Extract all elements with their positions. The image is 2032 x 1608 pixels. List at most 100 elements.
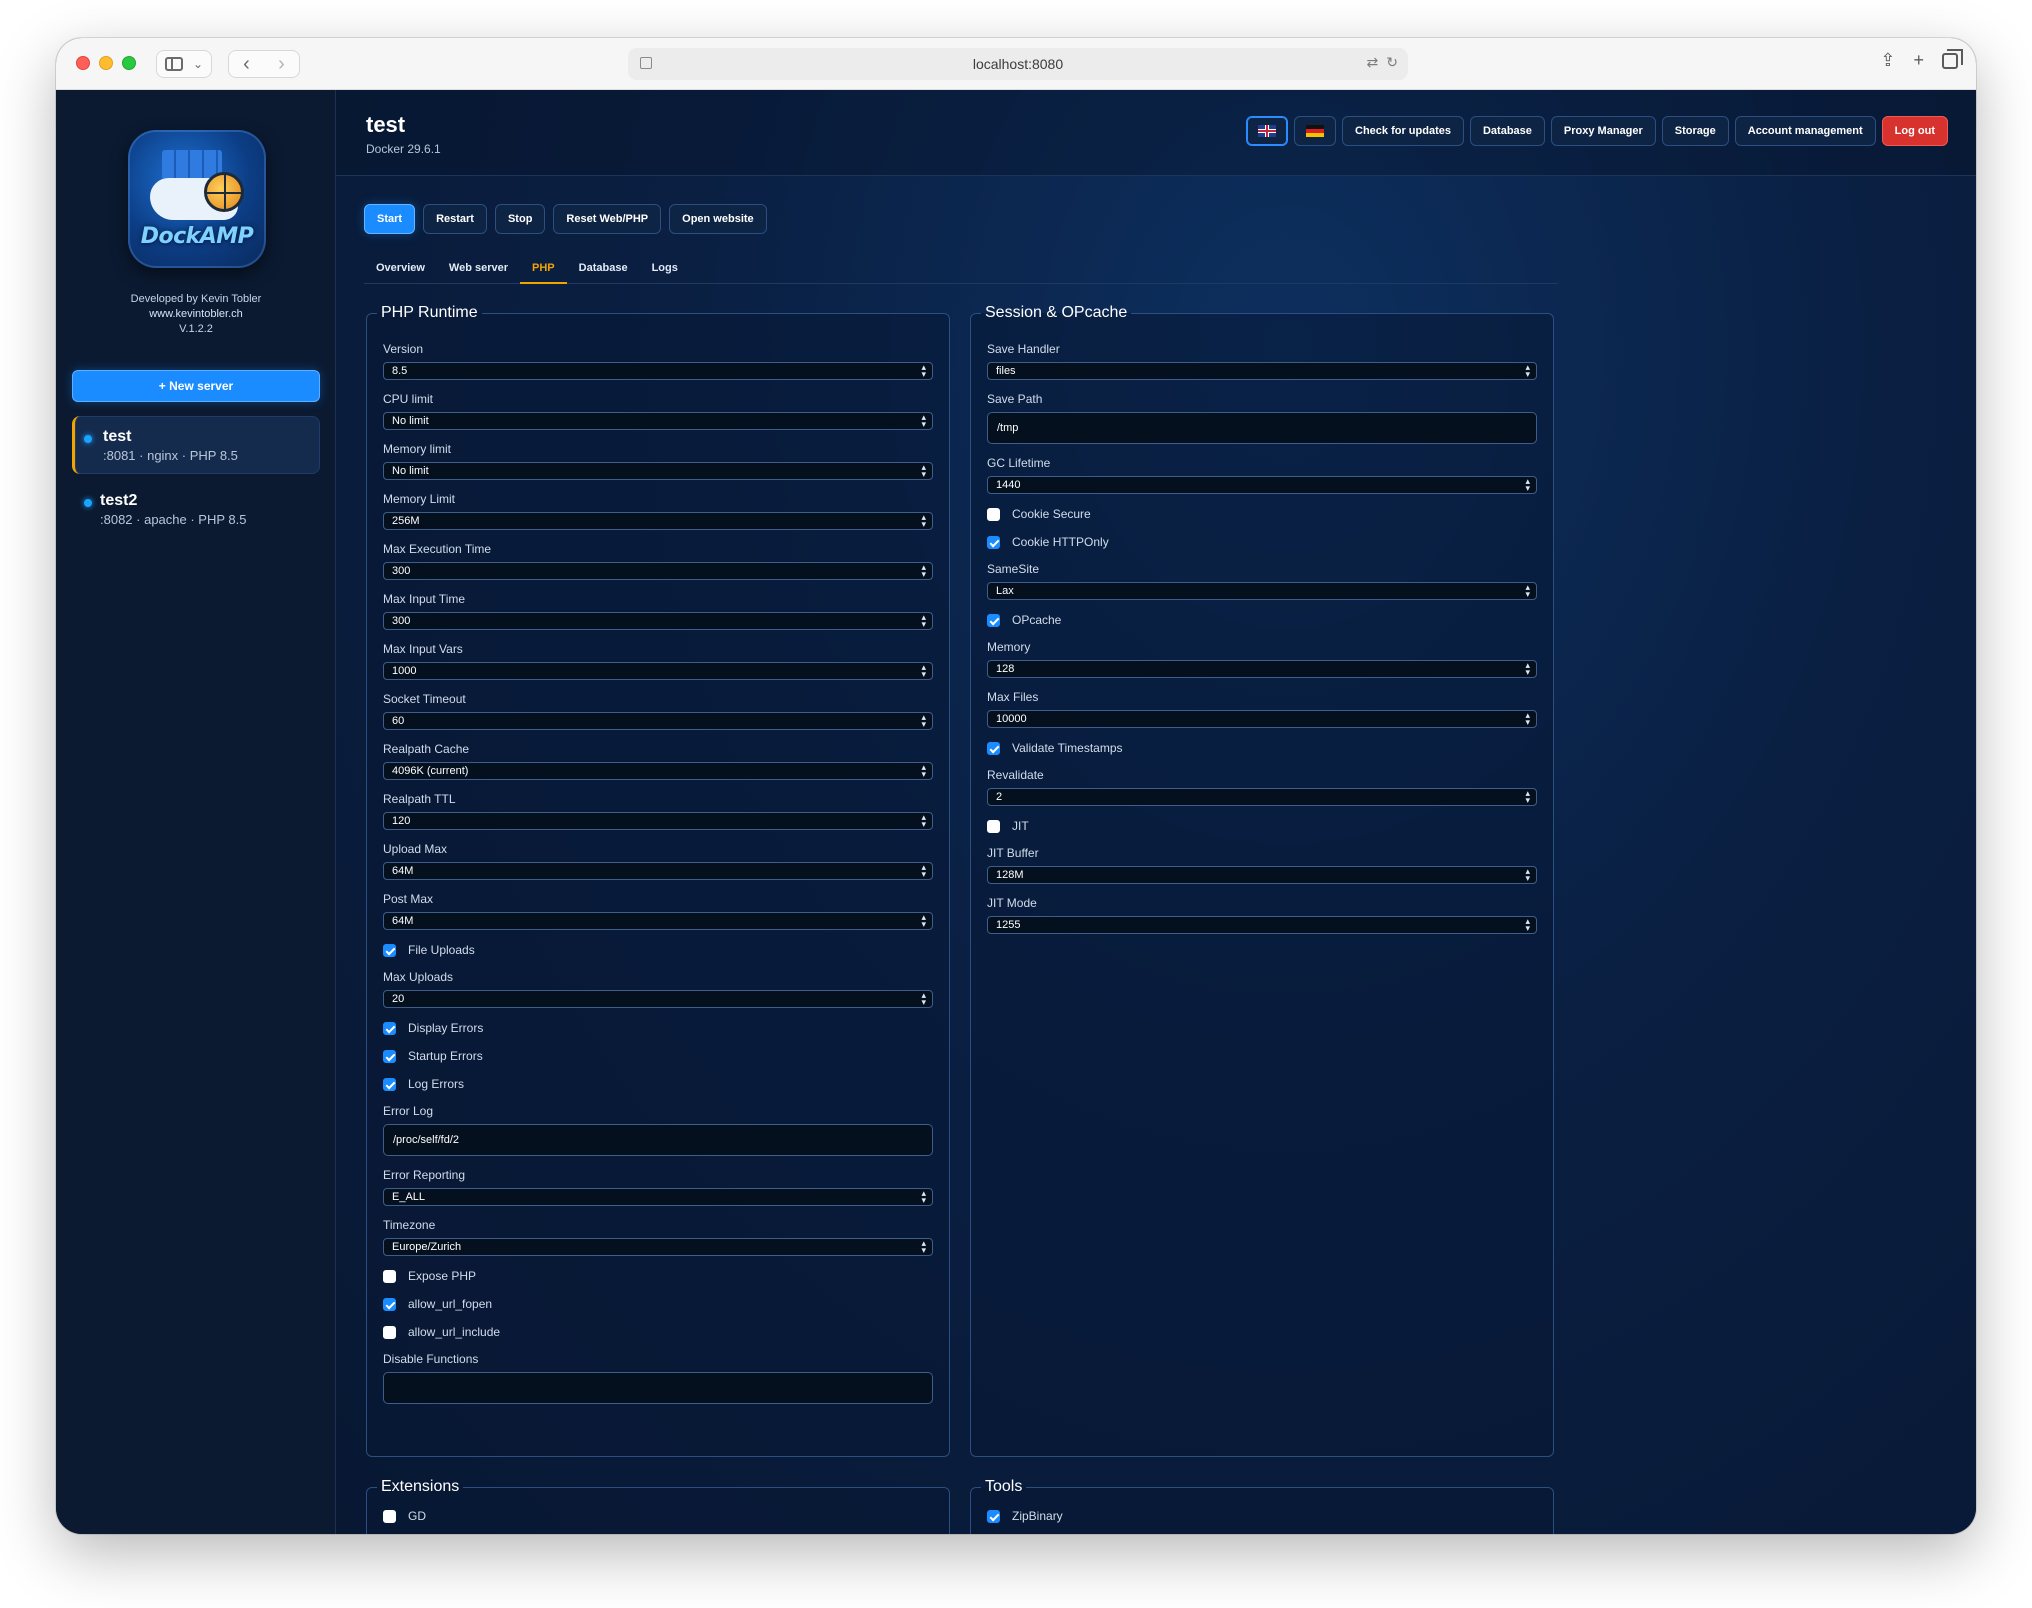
address-bar[interactable]: localhost:8080 ⇄ ↻ (628, 48, 1408, 80)
database-button[interactable]: Database (1469, 116, 1545, 146)
select-value: Europe/Zurich (392, 1241, 462, 1253)
select-arrows-icon: ▴ ▾ (1525, 660, 1530, 677)
select-arrows-icon: ▴ ▾ (921, 512, 926, 529)
jit-checkbox[interactable]: JIT (987, 818, 1537, 834)
status-dot (84, 499, 92, 507)
server-item-test[interactable]: test :8081 · nginx · PHP 8.5 (72, 416, 320, 474)
storage-button[interactable]: Storage (1661, 116, 1729, 146)
gd-extension-checkbox[interactable]: GD (383, 1508, 933, 1524)
max-input-time-select[interactable]: 300 ▴ ▾ (383, 612, 933, 630)
allow-url-include-checkbox[interactable]: allow_url_include (383, 1324, 933, 1340)
stop-button[interactable]: Stop (494, 204, 546, 234)
minimize-window-button[interactable] (99, 56, 113, 70)
max-uploads-select[interactable]: 20 ▴ ▾ (383, 990, 933, 1008)
disable-functions-label: Disable Functions (383, 1352, 479, 1366)
realpath-cache-select[interactable]: 4096K (current) ▴ ▾ (383, 762, 933, 780)
tab-php[interactable]: PHP (520, 256, 567, 284)
logout-button[interactable]: Log out (1881, 116, 1948, 146)
tab-database[interactable]: Database (567, 256, 640, 284)
proxy-manager-button[interactable]: Proxy Manager (1550, 116, 1656, 146)
start-button[interactable]: Start (364, 204, 416, 234)
checkbox-checked-icon[interactable] (987, 741, 1000, 755)
checkbox-checked-icon[interactable] (987, 613, 1000, 627)
revalidate-label: Revalidate (987, 768, 1044, 782)
save-handler-select[interactable]: files ▴ ▾ (987, 362, 1537, 380)
jit-mode-select[interactable]: 1255 ▴ ▾ (987, 916, 1537, 934)
memory-limit-select[interactable]: No limit ▴ ▾ (383, 462, 933, 480)
share-icon[interactable]: ⇪ (1880, 50, 1895, 71)
checkbox-unchecked-icon[interactable] (383, 1325, 396, 1339)
post-max-select[interactable]: 64M ▴ ▾ (383, 912, 933, 930)
zipbinary-checkbox[interactable]: ZipBinary (987, 1508, 1537, 1524)
language-german-button[interactable] (1294, 116, 1337, 146)
tab-logs[interactable]: Logs (640, 256, 690, 284)
main-content: test Docker 29.6.1 Check for updates Dat… (336, 90, 1976, 1534)
restart-button[interactable]: Restart (423, 204, 487, 234)
account-management-button[interactable]: Account management (1734, 116, 1876, 146)
validate-timestamps-checkbox[interactable]: Validate Timestamps (987, 740, 1537, 756)
checkbox-unchecked-icon[interactable] (987, 507, 1000, 521)
error-log-input[interactable]: /proc/self/fd/2 (383, 1124, 933, 1156)
checkbox-checked-icon[interactable] (383, 1049, 396, 1063)
checkbox-checked-icon[interactable] (383, 1297, 396, 1311)
max-input-vars-select[interactable]: 1000 ▴ ▾ (383, 662, 933, 680)
opcache-memory-select[interactable]: 128 ▴ ▾ (987, 660, 1537, 678)
max-files-select[interactable]: 10000 ▴ ▾ (987, 710, 1537, 728)
server-item-test2[interactable]: test2 :8082 · apache · PHP 8.5 (72, 480, 320, 538)
forward-icon[interactable]: › (264, 53, 299, 76)
new-tab-icon[interactable]: + (1913, 50, 1924, 71)
tab-overview[interactable]: Overview (364, 256, 437, 284)
revalidate-select[interactable]: 2 ▴ ▾ (987, 788, 1537, 806)
startup-errors-checkbox[interactable]: Startup Errors (383, 1048, 933, 1064)
socket-timeout-select[interactable]: 60 ▴ ▾ (383, 712, 933, 730)
page-settings-icon[interactable] (640, 57, 652, 69)
disable-functions-input[interactable] (383, 1372, 933, 1404)
error-reporting-select[interactable]: E_ALL ▴ ▾ (383, 1188, 933, 1206)
zoom-window-button[interactable] (122, 56, 136, 70)
checkbox-checked-icon[interactable] (383, 1021, 396, 1035)
log-errors-checkbox[interactable]: Log Errors (383, 1076, 933, 1092)
checkbox-checked-icon[interactable] (383, 1077, 396, 1091)
new-server-button[interactable]: + New server (72, 370, 320, 402)
close-window-button[interactable] (76, 56, 90, 70)
reset-web-php-button[interactable]: Reset Web/PHP (553, 204, 662, 234)
translate-icon[interactable]: ⇄ (1367, 54, 1379, 71)
select-value: 4096K (current) (392, 765, 469, 777)
tab-overview-icon[interactable] (1942, 49, 1963, 69)
display-errors-checkbox[interactable]: Display Errors (383, 1020, 933, 1036)
php-memory-limit-select[interactable]: 256M ▴ ▾ (383, 512, 933, 530)
save-path-input[interactable]: /tmp (987, 412, 1537, 444)
select-arrows-icon: ▴ ▾ (1525, 476, 1530, 493)
checkbox-checked-icon[interactable] (383, 943, 396, 957)
cookie-secure-checkbox[interactable]: Cookie Secure (987, 506, 1537, 522)
open-website-button[interactable]: Open website (669, 204, 767, 234)
allow-url-fopen-checkbox[interactable]: allow_url_fopen (383, 1296, 933, 1312)
jit-buffer-select[interactable]: 128M ▴ ▾ (987, 866, 1537, 884)
cookie-httponly-checkbox[interactable]: Cookie HTTPOnly (987, 534, 1537, 550)
expose-php-checkbox[interactable]: Expose PHP (383, 1268, 933, 1284)
language-english-button[interactable] (1246, 116, 1289, 146)
tab-web-server[interactable]: Web server (437, 256, 520, 284)
timezone-label: Timezone (383, 1218, 436, 1232)
gc-lifetime-select[interactable]: 1440 ▴ ▾ (987, 476, 1537, 494)
credits-website-link[interactable]: www.kevintobler.ch (56, 307, 336, 322)
select-value: 128 (996, 663, 1015, 675)
checkbox-unchecked-icon[interactable] (383, 1269, 396, 1283)
opcache-checkbox[interactable]: OPcache (987, 612, 1537, 628)
timezone-select[interactable]: Europe/Zurich ▴ ▾ (383, 1238, 933, 1256)
upload-max-select[interactable]: 64M ▴ ▾ (383, 862, 933, 880)
check-updates-button[interactable]: Check for updates (1342, 116, 1464, 146)
file-uploads-checkbox[interactable]: File Uploads (383, 942, 933, 958)
reload-icon[interactable]: ↻ (1386, 54, 1398, 71)
realpath-ttl-select[interactable]: 120 ▴ ▾ (383, 812, 933, 830)
back-icon[interactable]: ‹ (229, 53, 264, 76)
sidebar-toggle-button[interactable]: ⌄ (156, 50, 212, 78)
checkbox-unchecked-icon[interactable] (383, 1509, 396, 1523)
checkbox-unchecked-icon[interactable] (987, 819, 1000, 833)
samesite-select[interactable]: Lax ▴ ▾ (987, 582, 1537, 600)
checkbox-checked-icon[interactable] (987, 535, 1000, 549)
cpu-limit-select[interactable]: No limit ▴ ▾ (383, 412, 933, 430)
max-execution-time-select[interactable]: 300 ▴ ▾ (383, 562, 933, 580)
php-version-select[interactable]: 8.5 ▴ ▾ (383, 362, 933, 380)
checkbox-checked-icon[interactable] (987, 1509, 1000, 1523)
